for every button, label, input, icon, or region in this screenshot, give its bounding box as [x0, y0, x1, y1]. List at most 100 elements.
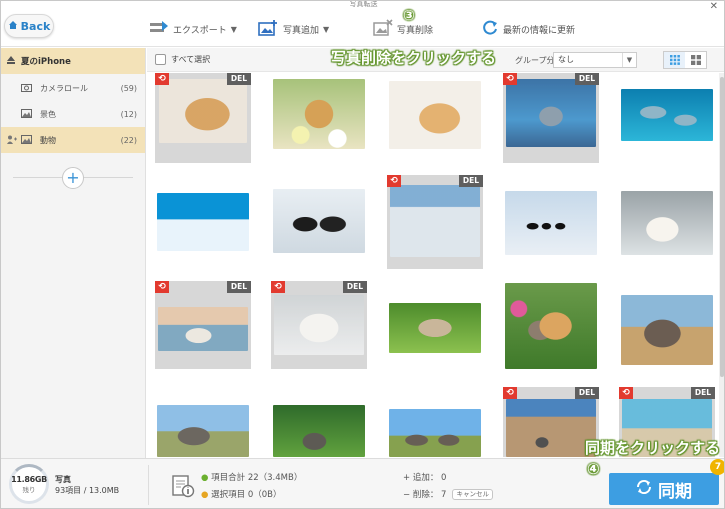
- sidebar-item-landscape[interactable]: 景色 (12): [1, 101, 145, 127]
- delete-tag: DEL: [574, 387, 599, 399]
- photo-thumbnail: [389, 81, 481, 149]
- bullet-icon: ●: [201, 490, 209, 500]
- photo-tile[interactable]: [619, 73, 715, 163]
- photo-tile[interactable]: [155, 385, 251, 457]
- plus-icon: +: [403, 473, 411, 483]
- delete-hint: 写真削除をクリックする: [331, 49, 497, 67]
- chevron-down-icon: ▼: [323, 24, 330, 34]
- photo-thumbnail: [389, 303, 481, 353]
- delete-tag: DEL: [226, 281, 251, 293]
- photo-tile[interactable]: [503, 177, 599, 267]
- added-count: 追加： 0: [412, 473, 447, 483]
- photo-tile[interactable]: ⟲ DEL: [387, 175, 483, 269]
- add-photo-button[interactable]: 写真追加 ▼: [257, 19, 329, 39]
- step-3-marker: ③: [403, 8, 415, 24]
- chevron-down-icon: ▼: [622, 53, 636, 67]
- undo-icon[interactable]: ⟲: [503, 387, 517, 399]
- storage-ring: 11.86GB 残り: [9, 464, 49, 504]
- photo-tile[interactable]: ⟲ DEL: [271, 281, 367, 369]
- grid-small-icon: [669, 55, 680, 65]
- refresh-icon: [481, 19, 499, 40]
- step-4-marker: ④: [587, 460, 600, 478]
- sidebar-item-count: (22): [120, 135, 137, 145]
- delete-tag: DEL: [458, 175, 483, 187]
- sidebar-item-count: (59): [120, 83, 137, 93]
- storage-free: 11.86GB: [11, 474, 47, 484]
- undo-icon[interactable]: ⟲: [155, 281, 169, 293]
- sync-count-badge: 7: [710, 459, 724, 475]
- device-row[interactable]: 夏のiPhone: [1, 48, 145, 74]
- view-toggle: [663, 51, 707, 69]
- eject-icon: [7, 55, 15, 67]
- photo-thumbnail: [621, 191, 713, 255]
- photo-thumbnail: [159, 79, 247, 143]
- photo-tile[interactable]: ⟲ DEL: [503, 73, 599, 163]
- minus-icon: −: [403, 490, 411, 500]
- storage-remaining-label: 残り: [22, 485, 36, 494]
- scrollbar-thumb[interactable]: [720, 77, 724, 377]
- sync-hint: 同期をクリックする: [585, 439, 721, 457]
- toolbar: Back エクスポート ▼ 写真追加 ▼ 写真削除 最新の情報に更新: [1, 9, 724, 47]
- photo-tile[interactable]: ⟲ DEL: [155, 73, 251, 163]
- sidebar-item-animals[interactable]: 動物 (22): [1, 127, 145, 153]
- photo-thumbnail: [273, 189, 365, 253]
- photo-thumbnail: [273, 405, 365, 457]
- sidebar-item-label: 動物: [40, 135, 56, 145]
- grid-small-view-button[interactable]: [664, 52, 685, 68]
- undo-icon[interactable]: ⟲: [619, 387, 633, 399]
- storage-summary: 写真 93項目 / 13.0MB: [55, 474, 119, 496]
- photo-tile[interactable]: [271, 177, 367, 267]
- photo-tile[interactable]: [271, 73, 367, 163]
- photo-tile[interactable]: [619, 177, 715, 267]
- scrollbar[interactable]: [719, 73, 724, 457]
- checkbox-icon: [155, 54, 166, 65]
- category-summary: 93項目 / 13.0MB: [55, 486, 120, 495]
- photo-thumbnail: [506, 399, 596, 457]
- sidebar-item-label: カメラロール: [40, 83, 88, 93]
- add-album-button[interactable]: +: [62, 167, 84, 189]
- photo-thumbnail: [157, 405, 249, 457]
- export-button[interactable]: エクスポート ▼: [149, 19, 237, 39]
- animal-icon: [21, 134, 32, 146]
- grid-large-icon: [690, 55, 701, 65]
- status-bar: 11.86GB 残り 写真 93項目 / 13.0MB ● 項目合計 22（3.…: [1, 458, 724, 508]
- photo-tile[interactable]: [271, 385, 367, 457]
- sync-button[interactable]: 同期: [609, 473, 719, 505]
- delete-photo-label: 写真削除: [397, 25, 434, 36]
- cancel-button[interactable]: キャンセル: [452, 489, 493, 500]
- item-stats: ● 項目合計 22（3.4MB） ● 選択項目 0（0B）: [201, 470, 302, 504]
- device-name: 夏のiPhone: [21, 57, 71, 67]
- info-document-icon: [171, 474, 195, 501]
- undo-icon[interactable]: ⟲: [387, 175, 401, 187]
- category-label: 写真: [55, 475, 71, 484]
- delete-tag: DEL: [690, 387, 715, 399]
- user-icon: [7, 135, 17, 146]
- photo-tile[interactable]: [387, 73, 483, 163]
- undo-icon[interactable]: ⟲: [503, 73, 517, 85]
- total-items: 項目合計 22（3.4MB）: [211, 473, 303, 483]
- photo-thumbnail: [505, 283, 597, 369]
- photo-tile[interactable]: [387, 281, 483, 371]
- group-by-select[interactable]: なし ▼: [553, 52, 637, 68]
- refresh-button[interactable]: 最新の情報に更新: [481, 19, 575, 39]
- photo-tile[interactable]: [155, 177, 251, 267]
- grid-large-view-button[interactable]: [685, 52, 706, 68]
- camera-icon: [21, 83, 32, 94]
- chevron-down-icon: ▼: [230, 24, 237, 34]
- divider: [148, 465, 149, 505]
- photo-tile[interactable]: [387, 385, 483, 457]
- select-all-checkbox[interactable]: すべて選択: [155, 54, 210, 65]
- export-icon: [149, 20, 169, 39]
- delete-tag: DEL: [574, 73, 599, 85]
- back-button[interactable]: Back: [4, 14, 54, 38]
- group-by-value: なし: [558, 55, 574, 64]
- sidebar-item-camera-roll[interactable]: カメラロール (59): [1, 75, 145, 101]
- undo-icon[interactable]: ⟲: [271, 281, 285, 293]
- undo-icon[interactable]: ⟲: [155, 73, 169, 85]
- refresh-label: 最新の情報に更新: [503, 25, 576, 36]
- photo-tile[interactable]: ⟲ DEL: [155, 281, 251, 369]
- photo-tile[interactable]: [503, 281, 599, 371]
- photo-tile[interactable]: [619, 281, 715, 371]
- photo-thumbnail: [389, 409, 481, 457]
- photo-thumbnail: [273, 79, 365, 149]
